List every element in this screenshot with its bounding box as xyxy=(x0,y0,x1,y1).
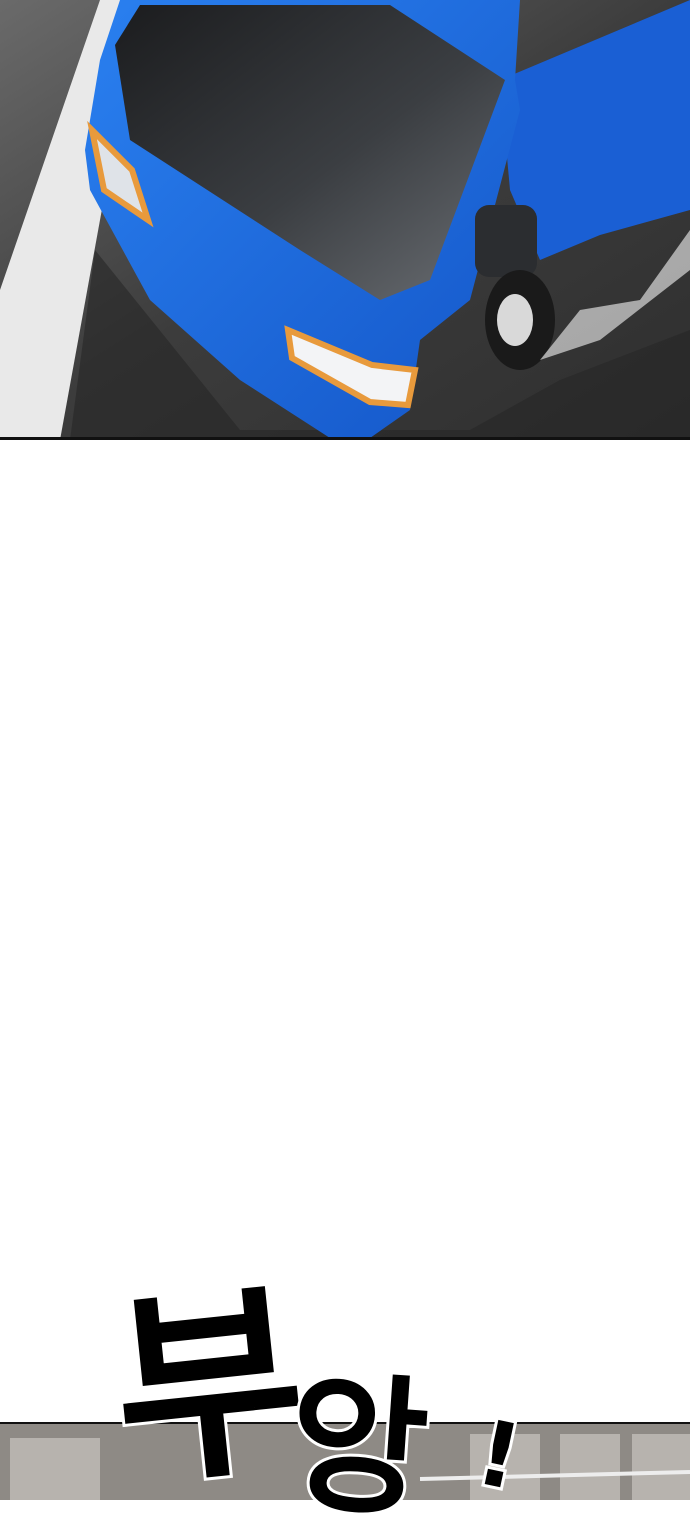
window xyxy=(10,1438,100,1500)
panel-gutter xyxy=(0,440,690,1425)
window xyxy=(470,1434,540,1500)
side-mirror xyxy=(475,205,537,277)
comic-panel-truck xyxy=(0,0,690,440)
comic-panel-building xyxy=(0,1424,690,1500)
window xyxy=(632,1434,690,1500)
building-illustration xyxy=(0,1424,690,1500)
window xyxy=(560,1434,620,1500)
truck-illustration xyxy=(0,0,690,440)
wheel-hub xyxy=(497,294,533,346)
